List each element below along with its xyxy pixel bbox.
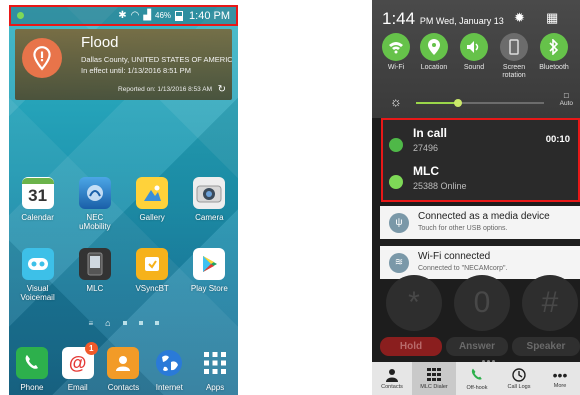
brightness-slider[interactable]: ☼ ☐ Auto	[382, 93, 573, 110]
wifi-icon: ≋	[389, 252, 409, 273]
app-play-store[interactable]: Play Store	[184, 248, 234, 302]
tab-mlc-dialer[interactable]: MLC Dialer	[412, 362, 456, 395]
status-time: 1:40 PM	[189, 9, 230, 22]
shade-clock: 1:44 PM Wed, January 13	[382, 9, 504, 28]
dial-key-hash[interactable]: #	[522, 275, 578, 331]
weather-effective: In effect until: 1/13/2016 8:51 PM	[81, 66, 191, 75]
weather-alert-widget[interactable]: Flood Dallas County, UNITED STATES OF AM…	[15, 29, 232, 100]
wifi-icon: ◠	[130, 10, 140, 21]
toggle-screen-rotation[interactable]: Screen rotation	[492, 33, 536, 80]
weather-location: Dallas County, UNITED STATES OF AMERICA	[81, 55, 232, 64]
nec-umobility-icon	[78, 177, 111, 209]
call-timer: 00:10	[545, 134, 570, 145]
location-pin-icon	[22, 38, 62, 78]
screenshot-stage: ✱ ◠ ▟ 46% 1:40 PM Flood Dallas County, U…	[0, 0, 580, 395]
wifi-icon	[382, 33, 410, 61]
app-nec-umobility[interactable]: NEC uMobility	[70, 177, 120, 231]
quick-settings-panel: 1:44 PM Wed, January 13 ✹ ▦ Wi-Fi Locati…	[372, 0, 580, 118]
dial-key-zero[interactable]: 0	[454, 275, 510, 331]
mlc-icon	[78, 248, 111, 280]
toggle-sound[interactable]: Sound	[452, 33, 496, 72]
in-call-item[interactable]: In call 27496 00:10	[383, 126, 578, 162]
menu-lines-icon: ≡	[88, 318, 94, 328]
dock: Phone @ 1 Email Contacts Internet Apps	[9, 342, 238, 392]
home-page-icon: ⌂	[105, 318, 111, 328]
history-icon	[512, 367, 526, 382]
camera-icon	[193, 177, 226, 209]
battery-percent: 46%	[155, 11, 172, 20]
toggle-bluetooth[interactable]: Bluetooth	[532, 33, 576, 72]
app-phone[interactable]: Phone	[9, 347, 55, 392]
in-call-icon	[389, 138, 403, 152]
tab-contacts[interactable]: Contacts	[372, 362, 412, 395]
person-icon	[386, 368, 398, 382]
brightness-fill	[416, 102, 459, 104]
app-visual-voicemail[interactable]: Visual Voicemail	[13, 248, 63, 302]
apps-grid-icon	[199, 347, 231, 379]
vsync-icon	[136, 248, 169, 280]
phone-icon	[15, 347, 48, 379]
brightness-icon: ☼	[390, 94, 402, 109]
tab-more[interactable]: ••• More	[540, 362, 580, 395]
edit-grid-icon[interactable]: ▦	[546, 10, 558, 26]
bluetooth-icon: ✱	[118, 10, 127, 21]
auto-brightness-toggle[interactable]: ☐ Auto	[560, 92, 573, 107]
dialpad-icon	[427, 367, 441, 381]
gallery-icon	[136, 177, 169, 209]
battery-icon	[175, 10, 184, 21]
app-camera[interactable]: Camera	[184, 177, 234, 231]
app-contacts[interactable]: Contacts	[101, 347, 147, 392]
notification-shade-screen: 1:44 PM Wed, January 13 ✹ ▦ Wi-Fi Locati…	[372, 0, 580, 395]
app-internet[interactable]: Internet	[146, 347, 192, 392]
notification-dot-icon	[17, 12, 24, 19]
signal-icon: ▟	[143, 10, 152, 21]
play-store-icon	[193, 248, 226, 280]
app-calendar[interactable]: 31 Calendar	[13, 177, 63, 231]
usb-notification[interactable]: ψ Connected as a media device Touch for …	[380, 206, 580, 239]
shade-date: PM Wed, January 13	[419, 16, 504, 26]
app-vsyncbt[interactable]: VSyncBT	[127, 248, 177, 302]
more-icon: •••	[552, 366, 568, 383]
tab-call-logs[interactable]: Call Logs	[498, 362, 540, 395]
app-row-1: 31 Calendar NEC uMobility Gallery Camera	[9, 177, 238, 231]
tab-off-hook[interactable]: Off-hook	[456, 362, 498, 395]
settings-gear-icon[interactable]: ✹	[514, 10, 525, 26]
weather-title: Flood	[81, 34, 119, 51]
refresh-icon[interactable]: ↻	[218, 84, 226, 95]
status-bar: ✱ ◠ ▟ 46% 1:40 PM	[9, 5, 238, 26]
speaker-icon	[460, 33, 488, 61]
usb-icon: ψ	[389, 212, 409, 233]
ongoing-call-notification[interactable]: In call 27496 00:10 MLC 25388 Online	[381, 118, 580, 202]
calendar-icon: 31	[21, 177, 54, 209]
app-gallery[interactable]: Gallery	[127, 177, 177, 231]
speaker-button[interactable]: Speaker	[512, 337, 580, 356]
app-apps[interactable]: Apps	[192, 347, 238, 392]
handset-icon	[471, 368, 482, 380]
brightness-knob[interactable]	[454, 99, 463, 107]
mlc-status-item[interactable]: MLC 25388 Online	[383, 164, 578, 200]
location-icon	[420, 33, 448, 61]
email-badge: 1	[84, 342, 98, 355]
hold-button[interactable]: Hold	[380, 337, 442, 356]
dial-key-star[interactable]: *	[386, 275, 442, 331]
voicemail-icon	[21, 248, 54, 280]
app-mlc[interactable]: MLC	[70, 248, 120, 302]
app-email[interactable]: @ 1 Email	[55, 342, 101, 392]
contacts-icon	[107, 347, 140, 379]
online-dot-icon	[389, 175, 403, 189]
page-indicator: ≡ ⌂	[9, 318, 238, 328]
toggle-location[interactable]: Location	[412, 33, 456, 72]
email-icon: @ 1	[61, 342, 98, 379]
internet-icon	[153, 347, 185, 379]
bluetooth-icon	[540, 33, 568, 61]
answer-button[interactable]: Answer	[446, 337, 508, 356]
bottom-tab-bar: Contacts MLC Dialer Off-hook Call Logs •…	[372, 362, 580, 395]
home-screen: ✱ ◠ ▟ 46% 1:40 PM Flood Dallas County, U…	[9, 5, 238, 395]
weather-reported: Reported on: 1/13/2016 8:53 AM	[118, 86, 212, 93]
app-row-2: Visual Voicemail MLC VSyncBT Play Store	[9, 248, 238, 302]
rotation-icon	[500, 33, 528, 61]
